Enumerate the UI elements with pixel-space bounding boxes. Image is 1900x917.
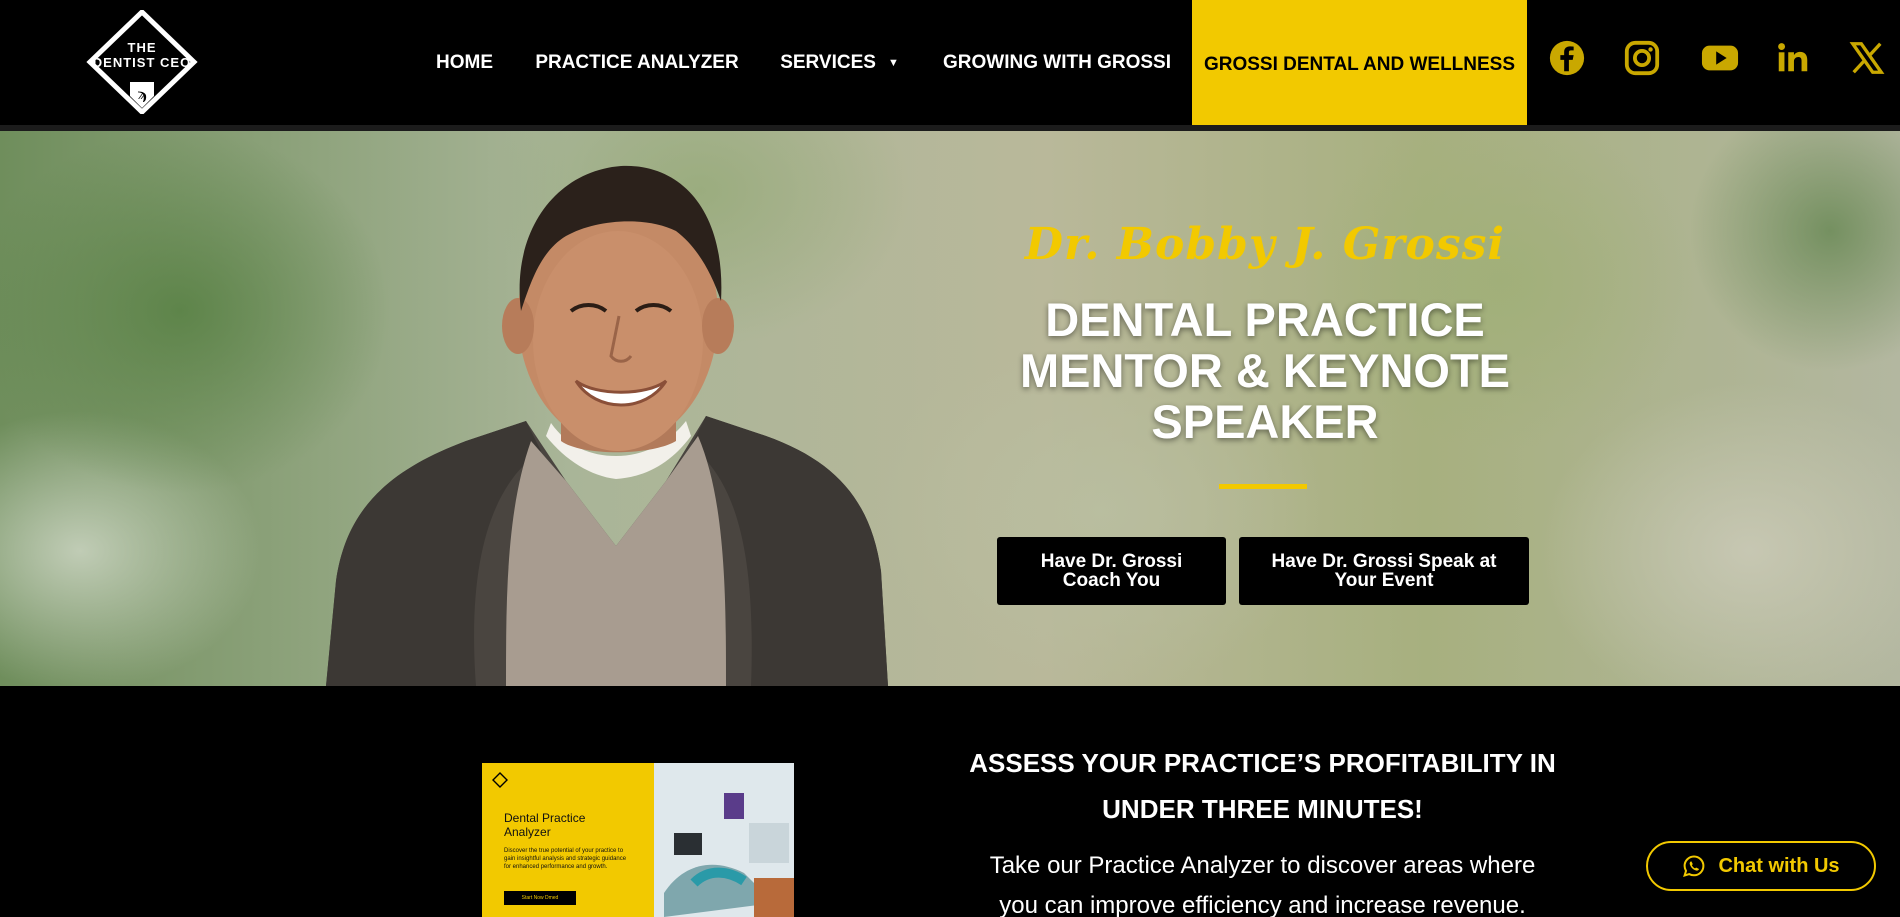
analyzer-section: Dental Practice Analyzer Discover the tr… <box>0 686 1900 917</box>
nav-services-label: SERVICES <box>780 51 876 73</box>
speak-button-line-1: Have Dr. Grossi Speak at <box>1271 551 1497 572</box>
preview-start-button: Start Now Dmed <box>504 891 576 905</box>
hero-title: DENTAL PRACTICE MENTOR & KEYNOTE SPEAKER <box>990 294 1540 447</box>
preview-clinic-photo <box>654 763 794 917</box>
preview-yellow-panel: Dental Practice Analyzer Discover the tr… <box>482 763 654 917</box>
svg-text:ϡ: ϡ <box>137 87 147 103</box>
chat-with-us-button[interactable]: Chat with Us <box>1646 841 1876 891</box>
speak-button-line-2: Your Event <box>1334 570 1434 591</box>
hero-title-line-2: MENTOR & KEYNOTE <box>1019 344 1511 397</box>
speak-at-event-button[interactable]: Have Dr. Grossi Speak at Your Event <box>1239 537 1529 605</box>
nav-growing-with-grossi[interactable]: GROWING WITH GROSSI <box>943 0 1171 125</box>
nav-practice-analyzer[interactable]: PRACTICE ANALYZER <box>535 0 738 125</box>
nav-services[interactable]: SERVICES ▼ <box>780 0 899 125</box>
nav-home[interactable]: HOME <box>436 0 493 125</box>
coach-button-line-1: Have Dr. Grossi <box>1040 551 1183 572</box>
hero-title-line-1: DENTAL PRACTICE <box>1045 293 1485 346</box>
nav-grossi-dental-wellness[interactable]: GROSSI DENTAL AND WELLNESS <box>1192 0 1527 130</box>
logo-text-dentist-ceo: DENTIST CEO <box>92 55 192 70</box>
hero-divider <box>1219 484 1307 489</box>
site-logo[interactable]: ϡ THE DENTIST CEO <box>86 10 198 114</box>
preview-title: Dental Practice Analyzer <box>504 811 644 839</box>
hero-script-name: Dr. Bobby J. Grossi <box>1024 219 1506 270</box>
assess-heading-line-1: ASSESS YOUR PRACTICE’S PROFITABILITY IN <box>969 748 1556 778</box>
assess-text-line-2: you can improve efficiency and increase … <box>999 892 1526 917</box>
practice-analyzer-preview[interactable]: Dental Practice Analyzer Discover the tr… <box>482 763 794 917</box>
coach-button-line-2: Coach You <box>1062 570 1161 591</box>
whatsapp-icon <box>1683 855 1705 877</box>
x-icon[interactable] <box>1847 38 1887 78</box>
chat-button-label: Chat with Us <box>1718 854 1840 877</box>
linkedin-icon[interactable] <box>1773 38 1813 78</box>
dental-clinic-image <box>654 763 794 917</box>
assess-heading-line-2: UNDER THREE MINUTES! <box>1102 794 1423 824</box>
preview-title-line-1: Dental Practice <box>504 811 586 825</box>
instagram-icon[interactable] <box>1622 38 1662 78</box>
hero-section: Dr. Bobby J. Grossi DENTAL PRACTICE MENT… <box>0 131 1900 686</box>
facebook-icon[interactable] <box>1547 38 1587 78</box>
youtube-icon[interactable] <box>1700 38 1740 78</box>
coach-you-button[interactable]: Have Dr. Grossi Coach You <box>997 537 1226 605</box>
site-header: ϡ THE DENTIST CEO HOME PRACTICE ANALYZER… <box>0 0 1900 130</box>
logo-text-the: THE <box>127 40 157 55</box>
assess-description: Take our Practice Analyzer to discover a… <box>955 846 1570 917</box>
card-logo-icon <box>492 772 508 788</box>
hero-title-line-3: SPEAKER <box>1151 395 1379 448</box>
assess-text-line-1: Take our Practice Analyzer to discover a… <box>989 852 1536 879</box>
dr-grossi-portrait <box>326 151 888 686</box>
preview-title-line-2: Analyzer <box>504 825 551 839</box>
caret-down-icon: ▼ <box>887 56 899 69</box>
assess-heading: ASSESS YOUR PRACTICE’S PROFITABILITY IN … <box>960 740 1565 832</box>
preview-description: Discover the true potential of your prac… <box>504 848 627 870</box>
